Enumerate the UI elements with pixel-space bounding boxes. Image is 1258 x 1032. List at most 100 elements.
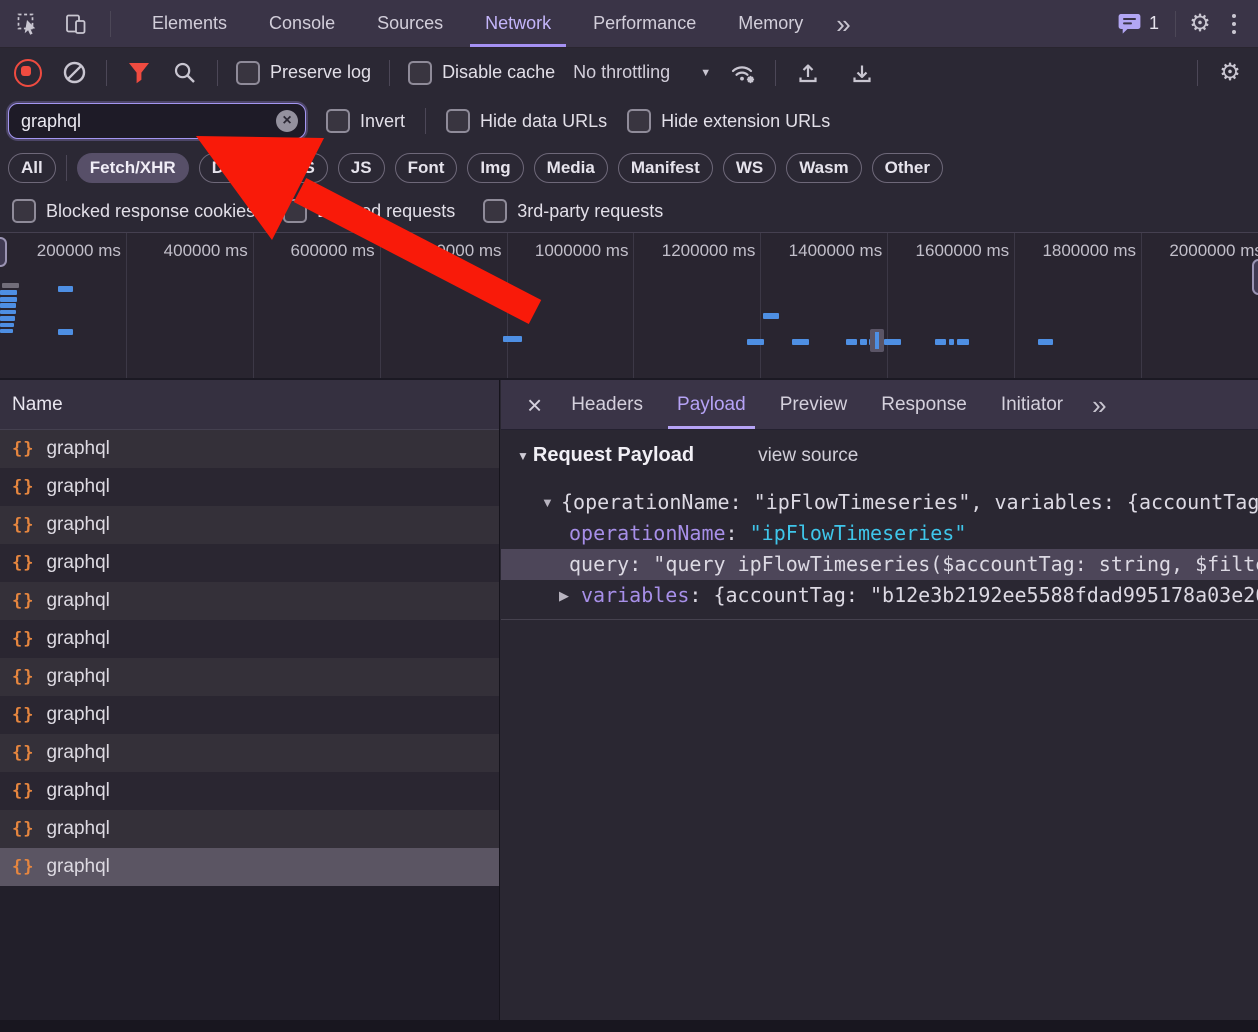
request-name: graphql — [46, 514, 109, 536]
chip-other[interactable]: Other — [872, 153, 943, 183]
chip-css[interactable]: CSS — [267, 153, 328, 183]
request-name: graphql — [46, 552, 109, 574]
request-row[interactable]: {}graphql — [0, 544, 499, 582]
settings-gear-icon[interactable]: ⚙ — [1186, 10, 1214, 38]
network-overview-timeline[interactable]: 200000 ms400000 ms600000 ms800000 ms1000… — [0, 232, 1258, 380]
network-conditions-icon[interactable] — [729, 59, 757, 87]
request-row[interactable]: {}graphql — [0, 506, 499, 544]
timeline-tick: 200000 ms — [0, 233, 127, 378]
payload-line[interactable]: ▼{operationName: "ipFlowTimeseries", var… — [501, 487, 1258, 518]
details-tab-payload[interactable]: Payload — [660, 380, 763, 429]
name-column-header[interactable]: Name — [0, 380, 499, 430]
chip-media[interactable]: Media — [534, 153, 608, 183]
view-source-link[interactable]: view source — [758, 445, 858, 467]
waterfall-bar — [846, 339, 857, 345]
details-tab-headers[interactable]: Headers — [554, 380, 660, 429]
preserve-log-checkbox[interactable] — [236, 61, 260, 85]
details-tab-response[interactable]: Response — [864, 380, 984, 429]
throttling-select[interactable]: No throttling ▼ — [573, 62, 711, 83]
chip-img[interactable]: Img — [467, 153, 523, 183]
waterfall-bar — [0, 290, 17, 295]
devtools-tabbar: ElementsConsoleSourcesNetworkPerformance… — [0, 0, 1258, 48]
record-button[interactable] — [14, 59, 42, 87]
request-payload-header: ▼ Request Payload view source — [517, 444, 858, 467]
request-row[interactable]: {}graphql — [0, 810, 499, 848]
network-settings-gear-icon[interactable]: ⚙ — [1216, 59, 1244, 87]
json-request-icon: {} — [12, 743, 34, 763]
disable-cache-checkbox[interactable] — [408, 61, 432, 85]
inspect-element-icon[interactable] — [14, 10, 42, 38]
third-party-checkbox[interactable] — [483, 199, 507, 223]
waterfall-bar — [792, 339, 809, 345]
request-row[interactable]: {}graphql — [0, 468, 499, 506]
hide-data-urls-checkbox[interactable] — [446, 109, 470, 133]
json-request-icon: {} — [12, 857, 34, 877]
clear-button[interactable] — [60, 59, 88, 87]
tab-console[interactable]: Console — [248, 0, 356, 47]
chip-doc[interactable]: Doc — [199, 153, 257, 183]
filter-funnel-icon[interactable] — [125, 59, 153, 87]
waterfall-bar — [957, 339, 969, 345]
json-key: operationName — [569, 521, 726, 545]
chip-ws[interactable]: WS — [723, 153, 776, 183]
clear-filter-icon[interactable]: × — [276, 110, 298, 132]
request-rows: {}graphql{}graphql{}graphql{}graphql{}gr… — [0, 430, 499, 886]
payload-line[interactable]: ▶variables: {accountTag: "b12e3b2192ee55… — [501, 580, 1258, 611]
chip-fetch-xhr[interactable]: Fetch/XHR — [77, 153, 189, 183]
device-toolbar-icon[interactable] — [62, 10, 90, 38]
overview-handle-left[interactable] — [0, 237, 7, 267]
search-icon[interactable] — [171, 59, 199, 87]
kebab-menu-icon[interactable] — [1224, 10, 1244, 38]
invert-group: Invert — [326, 109, 405, 133]
divider — [217, 60, 218, 86]
tab-sources[interactable]: Sources — [356, 0, 464, 47]
network-toolbar: Preserve log Disable cache No throttling… — [0, 48, 1258, 97]
export-har-icon[interactable] — [848, 59, 876, 87]
collapse-triangle-icon[interactable]: ▼ — [541, 487, 554, 518]
tab-memory[interactable]: Memory — [717, 0, 824, 47]
request-row[interactable]: {}graphql — [0, 734, 499, 772]
third-party-group: 3rd-party requests — [483, 199, 663, 223]
issues-group[interactable]: 1 — [1118, 13, 1159, 35]
request-row[interactable]: {}graphql — [0, 620, 499, 658]
chip-all[interactable]: All — [8, 153, 56, 183]
chip-manifest[interactable]: Manifest — [618, 153, 713, 183]
request-row[interactable]: {}graphql — [0, 696, 499, 734]
chip-wasm[interactable]: Wasm — [786, 153, 861, 183]
overview-handle-right[interactable] — [1252, 259, 1258, 295]
request-row[interactable]: {}graphql — [0, 430, 499, 468]
name-header-label: Name — [12, 394, 63, 416]
payload-line[interactable]: operationName: "ipFlowTimeseries" — [501, 518, 1258, 549]
request-row[interactable]: {}graphql — [0, 848, 499, 886]
request-row[interactable]: {}graphql — [0, 658, 499, 696]
waterfall-bar — [935, 339, 946, 345]
close-details-icon[interactable]: × — [515, 392, 554, 418]
collapse-triangle-icon[interactable]: ▼ — [517, 449, 529, 463]
request-row[interactable]: {}graphql — [0, 582, 499, 620]
request-name: graphql — [46, 590, 109, 612]
details-tab-initiator[interactable]: Initiator — [984, 380, 1080, 429]
timeline-tick: 400000 ms — [127, 233, 254, 378]
chip-font[interactable]: Font — [395, 153, 458, 183]
blocked-cookies-checkbox[interactable] — [12, 199, 36, 223]
timeline-tick: 1800000 ms — [1015, 233, 1142, 378]
tab-network[interactable]: Network — [464, 0, 572, 47]
import-har-icon[interactable] — [794, 59, 822, 87]
hide-extension-urls-checkbox[interactable] — [627, 109, 651, 133]
filter-input[interactable] — [8, 103, 306, 139]
expand-triangle-icon[interactable]: ▶ — [559, 580, 569, 611]
payload-line[interactable]: query: "query ipFlowTimeseries($accountT… — [501, 549, 1258, 580]
invert-checkbox[interactable] — [326, 109, 350, 133]
details-tab-preview[interactable]: Preview — [763, 380, 865, 429]
tab-performance[interactable]: Performance — [572, 0, 717, 47]
details-more-tabs-icon[interactable]: » — [1080, 392, 1118, 418]
json-request-icon: {} — [12, 667, 34, 687]
waterfall-bar — [0, 310, 16, 314]
more-tabs-icon[interactable]: » — [824, 11, 862, 37]
third-party-label: 3rd-party requests — [517, 201, 663, 222]
tab-elements[interactable]: Elements — [131, 0, 248, 47]
chevron-down-icon: ▼ — [700, 67, 711, 79]
request-row[interactable]: {}graphql — [0, 772, 499, 810]
chip-js[interactable]: JS — [338, 153, 385, 183]
blocked-requests-checkbox[interactable] — [283, 199, 307, 223]
